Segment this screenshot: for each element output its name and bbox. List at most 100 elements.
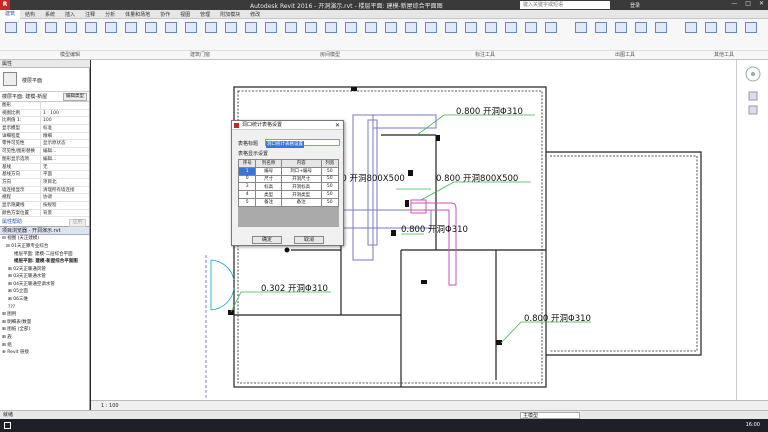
apply-button[interactable]: 应用	[69, 219, 86, 228]
property-value[interactable]: 平面	[40, 171, 89, 178]
table-row[interactable]: 0 尺寸 开洞尺寸 50	[237, 174, 340, 184]
ribbon-tool-button[interactable]	[362, 22, 380, 46]
tree-item[interactable]: ⊞ 06三维	[0, 296, 89, 304]
ribbon-tab[interactable]: 结构	[20, 11, 40, 18]
instance-filter[interactable]: 楼层平面: 建模-新屋 编辑类型	[0, 92, 89, 102]
tree-item[interactable]: ⊟ 视图 (天正建模)	[0, 235, 89, 243]
ribbon-tool-button[interactable]	[632, 22, 650, 46]
property-value[interactable]: 编辑...	[40, 155, 89, 163]
tree-item[interactable]: ⊞ 03天正暖通水管	[0, 273, 89, 281]
table-cell[interactable]: 开洞类型	[280, 190, 322, 199]
property-row[interactable]: 颜色方案位置 背景	[0, 209, 89, 218]
ribbon-tool-button[interactable]	[322, 22, 340, 46]
property-row[interactable]: 显示模型 标准	[0, 125, 89, 133]
ribbon-tool-button[interactable]	[202, 22, 220, 46]
ribbon-tool-button[interactable]	[282, 22, 300, 46]
table-cell[interactable]: 50	[320, 166, 340, 176]
ribbon-tool-button[interactable]	[142, 22, 160, 46]
table-cell[interactable]: 开洞尺寸	[280, 174, 322, 184]
cancel-button[interactable]: 取消	[294, 236, 324, 244]
table-cell[interactable]: 类型	[255, 190, 282, 199]
ribbon-tool-button[interactable]	[302, 22, 320, 46]
drawing-canvas[interactable]: ⌐ □	[91, 60, 736, 400]
ribbon-tool-button[interactable]	[42, 22, 60, 46]
ribbon-tool-button[interactable]	[482, 22, 500, 46]
ribbon-tool-button[interactable]	[652, 22, 670, 46]
table-cell[interactable]: 备注	[255, 197, 282, 207]
tree-item[interactable]: ⊕ Revit 链接	[0, 349, 89, 357]
ribbon-tool-button[interactable]	[22, 22, 40, 46]
ok-button[interactable]: 确定	[252, 236, 282, 244]
property-value[interactable]: 协调	[40, 194, 89, 201]
ribbon-tab[interactable]: 协作	[155, 11, 175, 18]
table-cell[interactable]: 洞口+编号	[280, 166, 322, 176]
ribbon-tool-button[interactable]	[442, 22, 460, 46]
ribbon-tool-button[interactable]	[182, 22, 200, 46]
edit-type-button[interactable]: 编辑类型	[63, 93, 87, 101]
ribbon-tool-button[interactable]	[682, 22, 700, 46]
ribbon-tab[interactable]: 注释	[80, 11, 100, 18]
ribbon-tool-button[interactable]	[82, 22, 100, 46]
table-cell[interactable]: 50	[320, 197, 340, 207]
property-row[interactable]: 可见性/图形替换 编辑...	[0, 148, 89, 156]
windows-start-icon[interactable]	[4, 422, 11, 429]
ribbon-tab[interactable]: 系统	[40, 11, 60, 18]
property-value[interactable]: 精细	[40, 132, 89, 140]
columns-table[interactable]: 序号 列名称 内容 列宽 1 编号 洞口+编号 50 0 尺寸 开洞尺寸 50 3 标高 开洞标高 50 4 类…	[237, 159, 340, 227]
ribbon-tool-button[interactable]	[742, 22, 760, 46]
property-row[interactable]: 基线方向 平面	[0, 171, 89, 179]
tree-item[interactable]: ⊞ 04天正暖通空调水管	[0, 281, 89, 289]
ribbon-tab[interactable]: 分析	[100, 11, 120, 18]
ribbon-tool-button[interactable]	[702, 22, 720, 46]
property-row[interactable]: 基线 无	[0, 163, 89, 172]
table-cell[interactable]: 1	[237, 166, 257, 176]
property-row[interactable]: 比例值 1: 100	[0, 117, 89, 126]
tree-item[interactable]: ⊞ 05立面	[0, 288, 89, 296]
ribbon-tab[interactable]: 体量和场地	[120, 11, 155, 18]
floor-plan-drawing[interactable]: ⌐ □	[91, 60, 736, 400]
property-value[interactable]: 标准	[40, 125, 89, 132]
property-value[interactable]: 项目北	[40, 178, 89, 186]
ribbon-tab[interactable]: 修改	[245, 11, 265, 18]
table-row[interactable]: 1 编号 洞口+编号 50	[237, 166, 340, 176]
ribbon-tool-button[interactable]	[592, 22, 610, 46]
tree-item[interactable]: ⊞ 组	[0, 342, 89, 350]
table-row[interactable]: 5 备注 备注 50	[237, 197, 340, 207]
property-value[interactable]: 1 : 100	[40, 109, 89, 117]
ribbon-tool-button[interactable]	[612, 22, 630, 46]
ribbon-tool-button[interactable]	[262, 22, 280, 46]
property-value[interactable]: 编辑...	[40, 148, 89, 155]
table-cell[interactable]: 开洞标高	[280, 182, 322, 192]
table-cell[interactable]: 标高	[255, 182, 282, 192]
ribbon-tool-button[interactable]	[222, 22, 240, 46]
property-row[interactable]: 图形	[0, 102, 89, 110]
dialog-close-icon[interactable]: ✕	[335, 121, 340, 130]
property-row[interactable]: 零件可见性 显示原状态	[0, 140, 89, 149]
ribbon-tool-button[interactable]	[62, 22, 80, 46]
search-input[interactable]: 键入关键字或短语	[520, 1, 610, 9]
ribbon-tool-button[interactable]	[422, 22, 440, 46]
table-cell[interactable]: 编号	[255, 166, 282, 176]
type-selector[interactable]: 楼层平面	[0, 68, 89, 92]
ribbon-tool-button[interactable]	[462, 22, 480, 46]
ribbon-tool-button[interactable]	[502, 22, 520, 46]
table-cell[interactable]: 3	[237, 182, 257, 192]
ribbon-tool-button[interactable]	[522, 22, 540, 46]
property-row[interactable]: 图形显示选项 编辑...	[0, 155, 89, 164]
ribbon-tool-button[interactable]	[2, 22, 20, 46]
ribbon-tab[interactable]: 管理	[195, 11, 215, 18]
tab-architecture[interactable]: 建筑	[0, 9, 21, 19]
revit-logo-icon[interactable]: R	[0, 0, 10, 10]
ribbon-tab[interactable]: 视图	[175, 11, 195, 18]
tree-item[interactable]: ⊟ 01天正算专业综合	[0, 243, 89, 251]
active-workset[interactable]: 主模型	[520, 412, 580, 419]
property-value[interactable]	[40, 102, 89, 109]
ribbon-tool-button[interactable]	[122, 22, 140, 46]
property-value[interactable]: 100	[40, 117, 89, 125]
maximize-icon[interactable]: □	[745, 0, 751, 7]
tree-item[interactable]: 楼层平面: 建模-二层综合平面	[0, 251, 89, 259]
ribbon-tab[interactable]: 附加模块	[215, 11, 245, 18]
property-row[interactable]: 方向 项目北	[0, 178, 89, 187]
table-row[interactable]: 4 类型 开洞类型 50	[237, 190, 340, 199]
table-cell[interactable]: 4	[237, 190, 257, 199]
